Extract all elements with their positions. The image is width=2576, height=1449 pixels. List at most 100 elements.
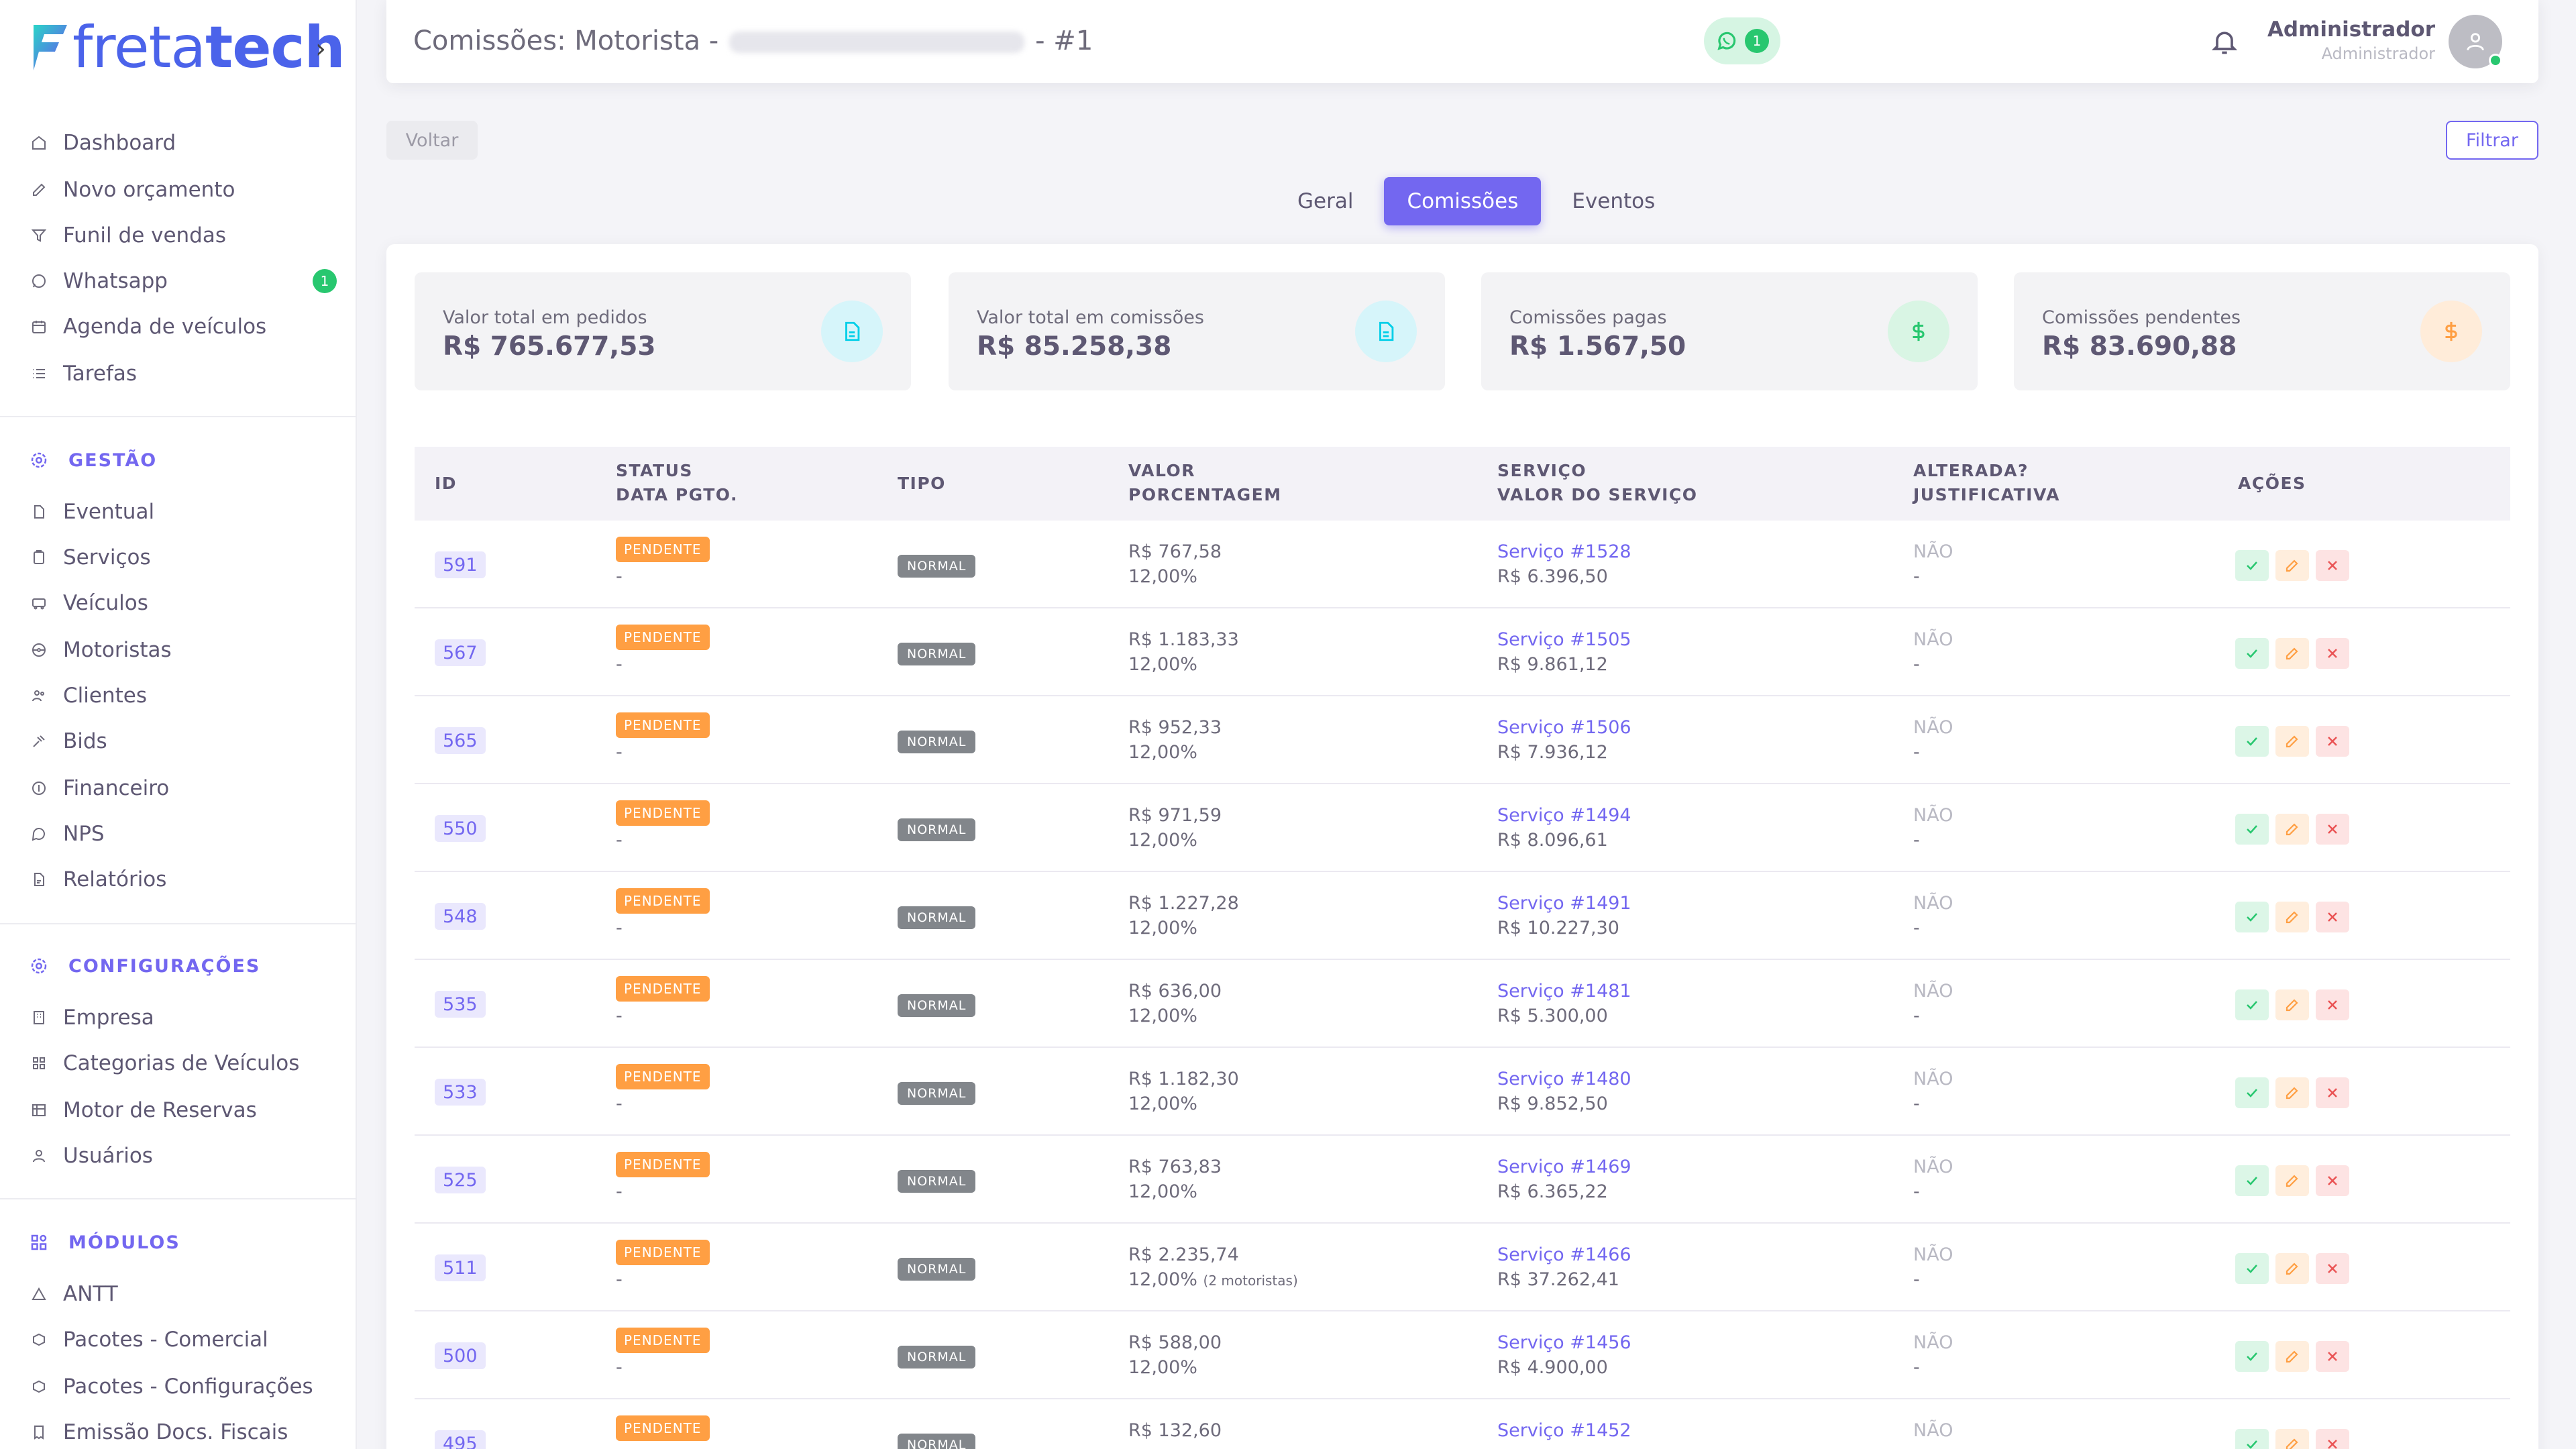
delete-button[interactable] bbox=[2316, 1341, 2349, 1372]
commission-id-badge[interactable]: 535 bbox=[435, 991, 486, 1018]
delete-button[interactable] bbox=[2316, 1077, 2349, 1108]
approve-button[interactable] bbox=[2235, 726, 2269, 757]
delete-button[interactable] bbox=[2316, 814, 2349, 845]
approve-button[interactable] bbox=[2235, 1341, 2269, 1372]
service-link[interactable]: Serviço #1469 bbox=[1497, 1155, 1631, 1179]
approve-button[interactable] bbox=[2235, 550, 2269, 581]
edit-button[interactable] bbox=[2275, 726, 2309, 757]
brand-logo[interactable]: fretatech bbox=[30, 17, 345, 78]
edit-button[interactable] bbox=[2275, 814, 2309, 845]
delete-button[interactable] bbox=[2316, 726, 2349, 757]
service-link[interactable]: Serviço #1491 bbox=[1497, 891, 1631, 916]
delete-button[interactable] bbox=[2316, 989, 2349, 1020]
sidebar-item-motor-de-reservas[interactable]: Motor de Reservas bbox=[27, 1093, 257, 1127]
sidebar-item-servicos[interactable]: Serviços bbox=[27, 541, 151, 574]
edit-button[interactable] bbox=[2275, 1077, 2309, 1108]
commission-id-badge[interactable]: 500 bbox=[435, 1342, 486, 1369]
sidebar-item-empresa[interactable]: Empresa bbox=[27, 1001, 154, 1034]
sidebar-item-antt[interactable]: ANTT bbox=[27, 1277, 118, 1311]
delete-button[interactable] bbox=[2316, 550, 2349, 581]
column-header-service-value[interactable]: VALOR DO SERVIÇO bbox=[1497, 483, 1698, 507]
commission-id-badge[interactable]: 591 bbox=[435, 551, 486, 578]
column-header-type[interactable]: TIPO bbox=[898, 472, 946, 496]
sidebar-item-veiculos[interactable]: Veículos bbox=[27, 586, 148, 620]
approve-button[interactable] bbox=[2235, 1253, 2269, 1284]
commission-id-badge[interactable]: 495 bbox=[435, 1430, 486, 1449]
edit-button[interactable] bbox=[2275, 1341, 2309, 1372]
delete-button[interactable] bbox=[2316, 1429, 2349, 1449]
column-header-service[interactable]: SERVIÇO bbox=[1497, 459, 1587, 483]
column-header-payment-date[interactable]: DATA PGTO. bbox=[616, 483, 738, 507]
sidebar-item-agenda-de-veiculos[interactable]: Agenda de veículos bbox=[27, 310, 266, 343]
edit-button[interactable] bbox=[2275, 1165, 2309, 1196]
service-link[interactable]: Serviço #1456 bbox=[1497, 1330, 1631, 1355]
sidebar-item-eventual[interactable]: Eventual bbox=[27, 495, 154, 529]
commission-id-badge[interactable]: 567 bbox=[435, 639, 486, 666]
filter-button[interactable]: Filtrar bbox=[2446, 121, 2538, 160]
edit-button[interactable] bbox=[2275, 902, 2309, 932]
sidebar-item-nps[interactable]: NPS bbox=[27, 817, 105, 851]
edit-button[interactable] bbox=[2275, 1429, 2309, 1449]
sidebar-item-novo-orcamento[interactable]: Novo orçamento bbox=[27, 173, 235, 207]
delete-button[interactable] bbox=[2316, 1253, 2349, 1284]
column-header-status[interactable]: STATUS bbox=[616, 459, 693, 483]
delete-button[interactable] bbox=[2316, 1165, 2349, 1196]
commission-id-badge[interactable]: 565 bbox=[435, 727, 486, 754]
service-link[interactable]: Serviço #1480 bbox=[1497, 1067, 1631, 1091]
tab-eventos[interactable]: Eventos bbox=[1549, 177, 1678, 225]
delete-button[interactable] bbox=[2316, 902, 2349, 932]
sidebar-item-pacotes-comercial[interactable]: Pacotes - Comercial bbox=[27, 1323, 268, 1356]
chevron-right-icon[interactable]: › bbox=[315, 34, 326, 64]
whatsapp-notification-button[interactable]: 1 bbox=[1704, 17, 1780, 64]
bell-icon[interactable] bbox=[2210, 27, 2239, 56]
sidebar-item-categorias-de-veiculos[interactable]: Categorias de Veículos bbox=[27, 1046, 299, 1080]
column-header-changed[interactable]: ALTERADA? bbox=[1913, 459, 2029, 483]
column-header-justification[interactable]: JUSTIFICATIVA bbox=[1913, 483, 2060, 507]
approve-button[interactable] bbox=[2235, 638, 2269, 669]
sidebar-item-dashboard[interactable]: Dashboard bbox=[27, 126, 176, 160]
user-name[interactable]: Administrador bbox=[2267, 17, 2435, 42]
check-icon bbox=[2247, 1352, 2257, 1361]
approve-button[interactable] bbox=[2235, 1429, 2269, 1449]
sidebar-item-financeiro[interactable]: Financeiro bbox=[27, 771, 169, 805]
commission-id-badge[interactable]: 525 bbox=[435, 1167, 486, 1193]
commission-id-badge[interactable]: 548 bbox=[435, 903, 486, 930]
approve-button[interactable] bbox=[2235, 1077, 2269, 1108]
sidebar-item-bids[interactable]: Bids bbox=[27, 724, 107, 758]
avatar[interactable] bbox=[2449, 15, 2502, 68]
approve-button[interactable] bbox=[2235, 989, 2269, 1020]
tab-geral[interactable]: Geral bbox=[1275, 177, 1376, 225]
sidebar-item-relatorios[interactable]: Relatórios bbox=[27, 863, 166, 896]
edit-button[interactable] bbox=[2275, 638, 2309, 669]
commission-id-badge[interactable]: 511 bbox=[435, 1254, 486, 1281]
sidebar-item-clientes[interactable]: Clientes bbox=[27, 679, 147, 712]
service-link[interactable]: Serviço #1481 bbox=[1497, 979, 1631, 1004]
approve-button[interactable] bbox=[2235, 902, 2269, 932]
service-link[interactable]: Serviço #1452 bbox=[1497, 1418, 1631, 1443]
sidebar-item-emissao-docs-fiscais[interactable]: Emissão Docs. Fiscais bbox=[27, 1415, 288, 1449]
column-header-percentage[interactable]: PORCENTAGEM bbox=[1128, 483, 1282, 507]
service-link[interactable]: Serviço #1494 bbox=[1497, 803, 1631, 828]
sidebar-item-whatsapp[interactable]: Whatsapp bbox=[27, 264, 168, 298]
delete-button[interactable] bbox=[2316, 638, 2349, 669]
approve-button[interactable] bbox=[2235, 814, 2269, 845]
sidebar-item-usuarios[interactable]: Usuários bbox=[27, 1139, 153, 1173]
sidebar-item-motoristas[interactable]: Motoristas bbox=[27, 633, 172, 667]
back-button[interactable]: Voltar bbox=[386, 121, 478, 160]
sidebar-item-funil-de-vendas[interactable]: Funil de vendas bbox=[27, 219, 226, 252]
sidebar-item-tarefas[interactable]: Tarefas bbox=[27, 357, 137, 390]
tab-comissoes[interactable]: Comissões bbox=[1384, 177, 1542, 225]
approve-button[interactable] bbox=[2235, 1165, 2269, 1196]
edit-button[interactable] bbox=[2275, 989, 2309, 1020]
edit-button[interactable] bbox=[2275, 1253, 2309, 1284]
service-link[interactable]: Serviço #1528 bbox=[1497, 539, 1631, 564]
commission-id-badge[interactable]: 533 bbox=[435, 1079, 486, 1106]
edit-button[interactable] bbox=[2275, 550, 2309, 581]
commission-id-badge[interactable]: 550 bbox=[435, 815, 486, 842]
sidebar-item-pacotes-configuracoes[interactable]: Pacotes - Configurações bbox=[27, 1370, 313, 1403]
service-link[interactable]: Serviço #1506 bbox=[1497, 715, 1631, 740]
service-link[interactable]: Serviço #1466 bbox=[1497, 1242, 1631, 1267]
column-header-id[interactable]: ID bbox=[435, 472, 457, 496]
service-link[interactable]: Serviço #1505 bbox=[1497, 627, 1631, 652]
column-header-value[interactable]: VALOR bbox=[1128, 459, 1195, 483]
